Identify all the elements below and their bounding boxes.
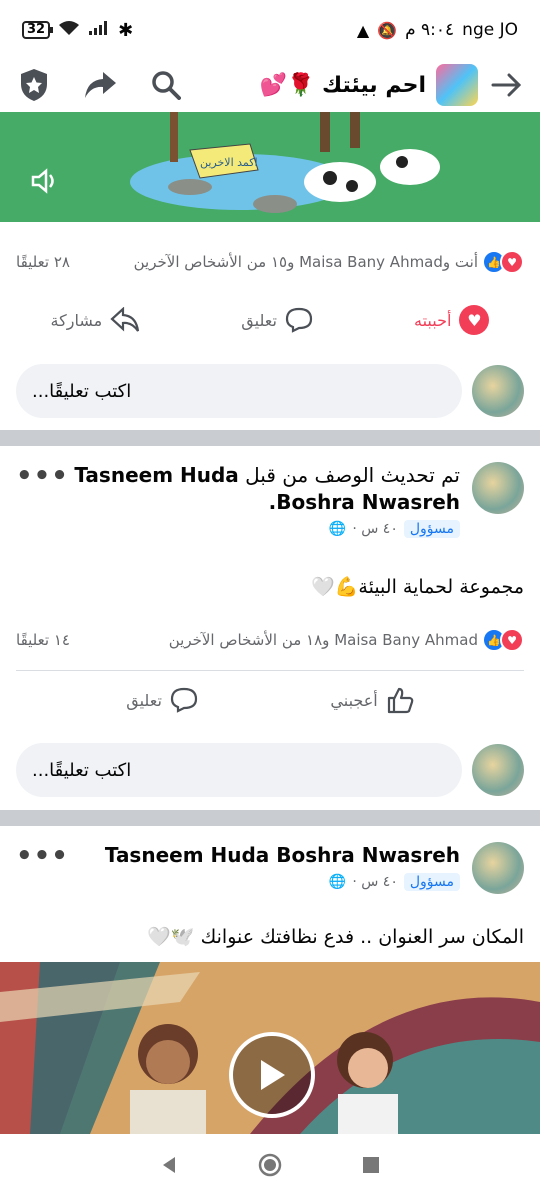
post-divider: [0, 430, 540, 446]
post2-like-label: أعجبني: [330, 690, 378, 710]
thumbs-up-icon: [387, 687, 414, 714]
post2-more-options-icon[interactable]: •••: [16, 462, 69, 489]
post1-comment-placeholder: اكتب تعليقًا...: [32, 380, 132, 402]
share-arrow-icon[interactable]: [82, 67, 118, 103]
post3-author-avatar[interactable]: [472, 842, 524, 894]
mute-icon: 🔕: [377, 20, 398, 40]
warning-icon: ▲: [356, 20, 370, 40]
love-label: أحببته: [414, 310, 452, 330]
post2-reactions-summary[interactable]: 👍 ♥ Maisa Bany Ahmad و١٨ من الأشخاص الآخ…: [169, 628, 524, 652]
post3-time[interactable]: ٤٠ س ·: [352, 874, 398, 890]
wifi-icon: [58, 20, 80, 41]
nav-home-icon[interactable]: [257, 1152, 283, 1182]
comment-icon: [285, 307, 313, 333]
group-title[interactable]: احم بيئتك 🌹💕: [260, 73, 426, 98]
post2-comment-input[interactable]: اكتب تعليقًا...: [16, 743, 462, 797]
back-arrow-icon[interactable]: [488, 67, 524, 103]
post3-author-text: Tasneem Huda Boshra Nwasreh مسؤول ٤٠ س ·…: [105, 842, 460, 891]
post2-meta: مسؤول ٤٠ س · 🌐: [74, 520, 460, 538]
nav-recents-icon[interactable]: [361, 1155, 381, 1179]
love-reaction-icon: ♥: [500, 250, 524, 274]
post2-author-tail[interactable]: Boshra Nwasreh.: [269, 490, 460, 514]
comment-icon: [170, 687, 197, 713]
post2-title-line2: Boshra Nwasreh.: [74, 489, 460, 516]
status-info-right: ▲ 🔕 ٩:٠٤ م nge JO: [357, 20, 518, 40]
post-divider: [0, 810, 540, 826]
search-icon[interactable]: [148, 67, 184, 103]
post1-comments-count[interactable]: ٢٨ تعليقًا: [16, 253, 70, 271]
post2-author-name[interactable]: Tasneem Huda: [74, 463, 238, 487]
app-header: احم بيئتك 🌹💕: [0, 60, 540, 110]
post3-role-badge: مسؤول: [403, 873, 460, 891]
love-icon: ♥: [459, 305, 490, 335]
post3-title: Tasneem Huda Boshra Nwasreh: [105, 842, 460, 869]
post1-reactions-row: ٢٨ تعليقًا 👍 ♥ أنت وMaisa Bany Ahmad و١٥…: [16, 250, 524, 274]
post3-more-options-icon[interactable]: •••: [16, 842, 69, 869]
post3-author-block: Tasneem Huda Boshra Nwasreh مسؤول ٤٠ س ·…: [105, 842, 524, 894]
bluetooth-icon: ✱: [118, 19, 134, 41]
user-avatar[interactable]: [472, 744, 524, 796]
post2-author-block: تم تحديث الوصف من قبل Tasneem Huda Boshr…: [74, 462, 524, 538]
post3-meta: مسؤول ٤٠ س · 🌐: [105, 873, 460, 891]
post1-reactions-text: أنت وMaisa Bany Ahmad و١٥ من الأشخاص الآ…: [133, 253, 478, 271]
post2-author-avatar[interactable]: [472, 462, 524, 514]
post2-reactions-row: ١٤ تعليقًا 👍 ♥ Maisa Bany Ahmad و١٨ من ا…: [16, 628, 524, 652]
post2-author-text: تم تحديث الوصف من قبل Tasneem Huda Boshr…: [74, 462, 460, 538]
post1-comment-input[interactable]: اكتب تعليقًا...: [16, 364, 462, 418]
header-actions: [16, 67, 184, 103]
post2-text: مجموعة لحماية البيئة💪🤍: [311, 576, 524, 598]
post1-video[interactable]: اكمد الاخرين: [0, 112, 540, 222]
post3-text: المكان سر العنوان .. فدع نظافتك عنوانك 🕊…: [147, 926, 524, 948]
post2-title: تم تحديث الوصف من قبل Tasneem Huda: [74, 462, 460, 489]
post2-like-button[interactable]: أعجبني: [330, 686, 414, 714]
carrier-name: nge JO: [462, 20, 518, 40]
post2-comment-label: تعليق: [126, 690, 162, 710]
post1-reactions-summary[interactable]: 👍 ♥ أنت وMaisa Bany Ahmad و١٥ من الأشخاص…: [134, 250, 524, 274]
post2-description-update: تم تحديث الوصف من قبل: [245, 463, 460, 487]
user-avatar[interactable]: [472, 365, 524, 417]
post3-header: ••• Tasneem Huda Boshra Nwasreh مسؤول ٤٠…: [16, 842, 524, 894]
signal-icon: [88, 20, 110, 41]
battery-icon: 32: [22, 21, 54, 39]
post3-video[interactable]: [0, 962, 540, 1134]
globe-icon: 🌐: [328, 521, 347, 537]
post1-actions: مشاركة تعليق أحببته ♥: [0, 305, 540, 335]
love-reaction-icon: ♥: [500, 628, 524, 652]
post2-comment-button[interactable]: تعليق: [126, 687, 198, 713]
post1-comment-row: اكتب تعليقًا...: [16, 363, 524, 419]
status-icons-left: 32 ✱: [22, 20, 133, 41]
post3-author-name[interactable]: Tasneem Huda Boshra Nwasreh: [105, 843, 460, 867]
admin-shield-icon[interactable]: [16, 67, 52, 103]
share-label: مشاركة: [50, 310, 103, 330]
post2-time[interactable]: ٤٠ س ·: [352, 521, 398, 537]
status-bar: 32 ✱ ▲ 🔕 ٩:٠٤ م nge JO: [0, 0, 540, 60]
globe-icon: 🌐: [328, 874, 347, 890]
nav-back-icon[interactable]: [159, 1155, 179, 1179]
play-button[interactable]: [229, 1032, 315, 1118]
post2-separator: [16, 670, 524, 671]
post2-role-badge: مسؤول: [403, 520, 460, 538]
comment-label: تعليق: [241, 310, 277, 330]
post2-reactions-text: Maisa Bany Ahmad و١٨ من الأشخاص الآخرين: [168, 631, 478, 649]
group-avatar[interactable]: [436, 64, 478, 106]
post1-reaction-icons: 👍 ♥: [482, 250, 524, 274]
post2-actions: تعليق أعجبني: [0, 686, 540, 714]
banner-sign-text: اكمد الاخرين: [200, 156, 258, 169]
volume-icon[interactable]: [30, 166, 60, 200]
status-time: ٩:٠٤ م: [405, 20, 455, 40]
share-icon: [110, 307, 140, 332]
comment-button[interactable]: تعليق: [241, 307, 313, 333]
play-icon: [261, 1060, 285, 1090]
share-button[interactable]: مشاركة: [51, 307, 141, 333]
post2-reaction-icons: 👍 ♥: [482, 628, 524, 652]
love-button[interactable]: أحببته ♥: [414, 305, 490, 335]
system-nav-bar: [0, 1134, 540, 1200]
post2-comments-count[interactable]: ١٤ تعليقًا: [16, 631, 70, 649]
post2-comment-row: اكتب تعليقًا...: [16, 742, 524, 798]
post2-header: ••• تم تحديث الوصف من قبل Tasneem Huda B…: [16, 462, 524, 538]
header-title-area: احم بيئتك 🌹💕: [260, 64, 524, 106]
post2-comment-placeholder: اكتب تعليقًا...: [32, 759, 132, 781]
